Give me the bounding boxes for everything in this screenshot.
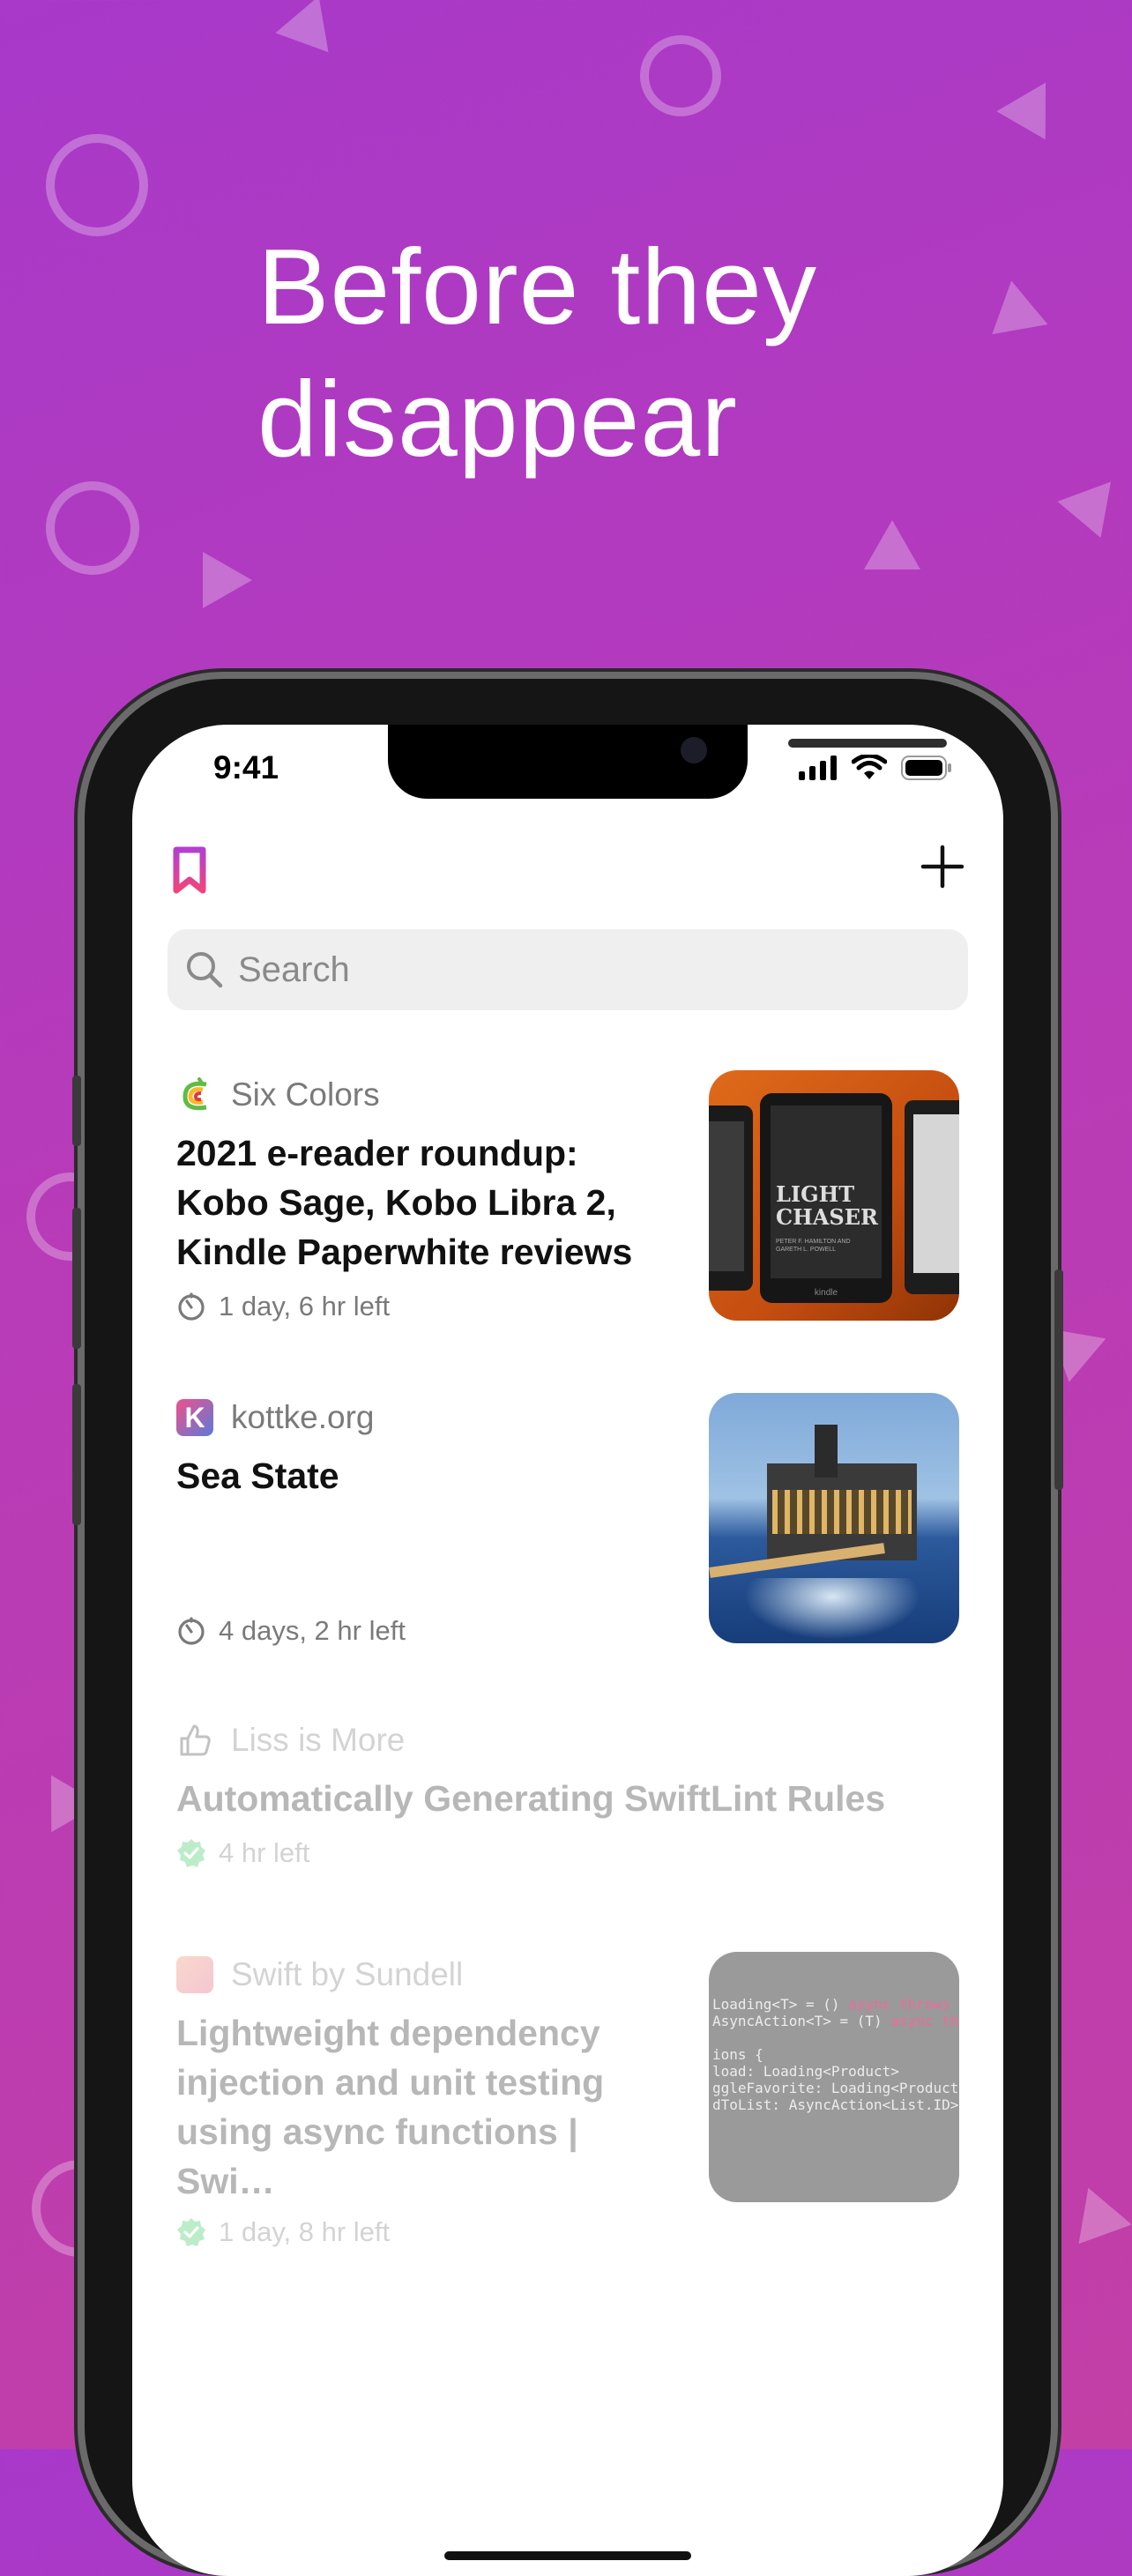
ereader-right xyxy=(905,1100,959,1294)
code-line: Loading<T> = () async throws → xyxy=(712,1996,959,2013)
ereader-left xyxy=(709,1106,753,1291)
front-camera xyxy=(681,737,707,763)
status-time: 9:41 xyxy=(213,749,279,785)
wifi-icon xyxy=(852,755,887,779)
phone-side-button xyxy=(1054,1269,1063,1490)
article-thumbnail-ereaders[interactable]: LIGHT CHASER PETER F. HAMILTON AND GARET… xyxy=(709,1070,959,1321)
thumbs-up-logo-icon xyxy=(176,1722,213,1759)
app-screen: 9:41 Search Six Colors 2021 e-reader rou… xyxy=(132,725,1003,2576)
timer-decoration-icon xyxy=(46,481,139,575)
code-text: AsyncAction<T> = (T) xyxy=(712,2013,891,2029)
time-left-text: 4 hr left xyxy=(219,1837,310,1868)
six-colors-logo-icon xyxy=(176,1076,213,1113)
platform-derrick xyxy=(815,1425,838,1478)
search-input[interactable] xyxy=(236,949,910,991)
timer-icon xyxy=(178,1617,205,1645)
notch xyxy=(388,725,947,799)
time-left-text: 4 days, 2 hr left xyxy=(219,1615,406,1646)
code-text: Loading<T> = () xyxy=(712,1996,849,2013)
book-cover-authors: PETER F. HAMILTON AND GARETH L. POWELL xyxy=(776,1239,851,1253)
code-text: ggleFavorite: Loading<Product xyxy=(712,2080,959,2096)
device-brand: kindle xyxy=(814,1288,838,1298)
headline: Before they disappear xyxy=(257,220,1051,485)
source-name: Swift by Sundell xyxy=(231,1956,464,1992)
timer-decoration-icon xyxy=(46,134,148,236)
book-cover-title: LIGHT CHASER xyxy=(776,1181,878,1230)
article-title: Sea State xyxy=(176,1456,339,1496)
code-line: ions { xyxy=(712,2046,959,2063)
headline-line-1: Before they xyxy=(257,227,817,346)
plus-icon xyxy=(920,845,964,889)
phone-volume-up-button xyxy=(72,1208,81,1349)
article-source: Liss is More xyxy=(176,1722,970,1759)
article-thumbnail-code[interactable]: Loading<T> = () async throws → AsyncActio… xyxy=(709,1952,959,2202)
article-thumbnail-oil-platform[interactable] xyxy=(709,1393,959,1643)
kottke-logo-icon: K xyxy=(176,1399,213,1436)
code-keyword: async throws → xyxy=(848,1996,959,2013)
speaker-grille xyxy=(788,739,947,748)
phone-frame: 9:41 Search Six Colors 2021 e-reader rou… xyxy=(72,679,1063,2576)
code-line: dToList: AsyncAction<List.ID> xyxy=(712,2096,959,2113)
article-title: Automatically Generating SwiftLint Rules xyxy=(176,1778,886,1819)
triangle-decoration xyxy=(1061,2178,1132,2245)
sea-waves xyxy=(744,1578,920,1640)
phone-mute-switch xyxy=(72,1076,81,1146)
code-text: ions { xyxy=(712,2046,763,2063)
signal-icon xyxy=(799,756,837,780)
search-bar[interactable] xyxy=(168,929,968,1010)
source-name: Six Colors xyxy=(231,1076,380,1113)
triangle-decoration xyxy=(864,520,920,570)
triangle-decoration xyxy=(275,0,346,53)
code-text: dToList: AsyncAction<List.ID> xyxy=(712,2096,959,2113)
code-line: AsyncAction<T> = (T) async th xyxy=(712,2013,959,2029)
home-indicator xyxy=(444,2551,691,2560)
time-left: 4 hr left xyxy=(176,1837,970,1869)
checkmark-badge-icon xyxy=(177,1839,205,1867)
code-text: load: Loading<Product> xyxy=(712,2063,899,2080)
swift-by-sundell-logo-icon xyxy=(176,1956,213,1993)
add-button[interactable] xyxy=(920,845,964,893)
timer-decoration-icon xyxy=(640,35,721,116)
timer-icon xyxy=(178,1292,205,1321)
source-name: Liss is More xyxy=(231,1722,406,1758)
triangle-decoration xyxy=(203,552,252,608)
headline-line-2: disappear xyxy=(257,359,738,479)
article-title: Lightweight dependency injection and uni… xyxy=(176,2013,605,2201)
bookmark-logo-icon[interactable] xyxy=(171,846,208,898)
time-left: 1 day, 8 hr left xyxy=(176,2216,970,2248)
time-left-text: 1 day, 8 hr left xyxy=(219,2216,391,2247)
time-left-text: 1 day, 6 hr left xyxy=(219,1291,391,1322)
code-snippet: Loading<T> = () async throws → AsyncActio… xyxy=(712,1996,959,2113)
platform-lights xyxy=(772,1490,912,1534)
code-keyword: async th xyxy=(890,2013,959,2029)
checkmark-badge-icon xyxy=(177,2218,205,2246)
search-icon xyxy=(187,952,223,988)
triangle-decoration xyxy=(996,68,1070,140)
source-name: kottke.org xyxy=(231,1399,375,1435)
article-title: 2021 e-reader roundup: Kobo Sage, Kobo L… xyxy=(176,1133,633,1272)
triangle-decoration xyxy=(1057,463,1132,539)
code-line: ggleFavorite: Loading<Product xyxy=(712,2080,959,2096)
battery-icon xyxy=(901,756,951,780)
phone-volume-down-button xyxy=(72,1384,81,1525)
code-line: load: Loading<Product> xyxy=(712,2063,959,2080)
status-icons xyxy=(799,755,952,781)
article-item-liss-is-more[interactable]: Liss is More Automatically Generating Sw… xyxy=(176,1722,970,1869)
ereader-center: LIGHT CHASER PETER F. HAMILTON AND GARET… xyxy=(760,1093,892,1303)
